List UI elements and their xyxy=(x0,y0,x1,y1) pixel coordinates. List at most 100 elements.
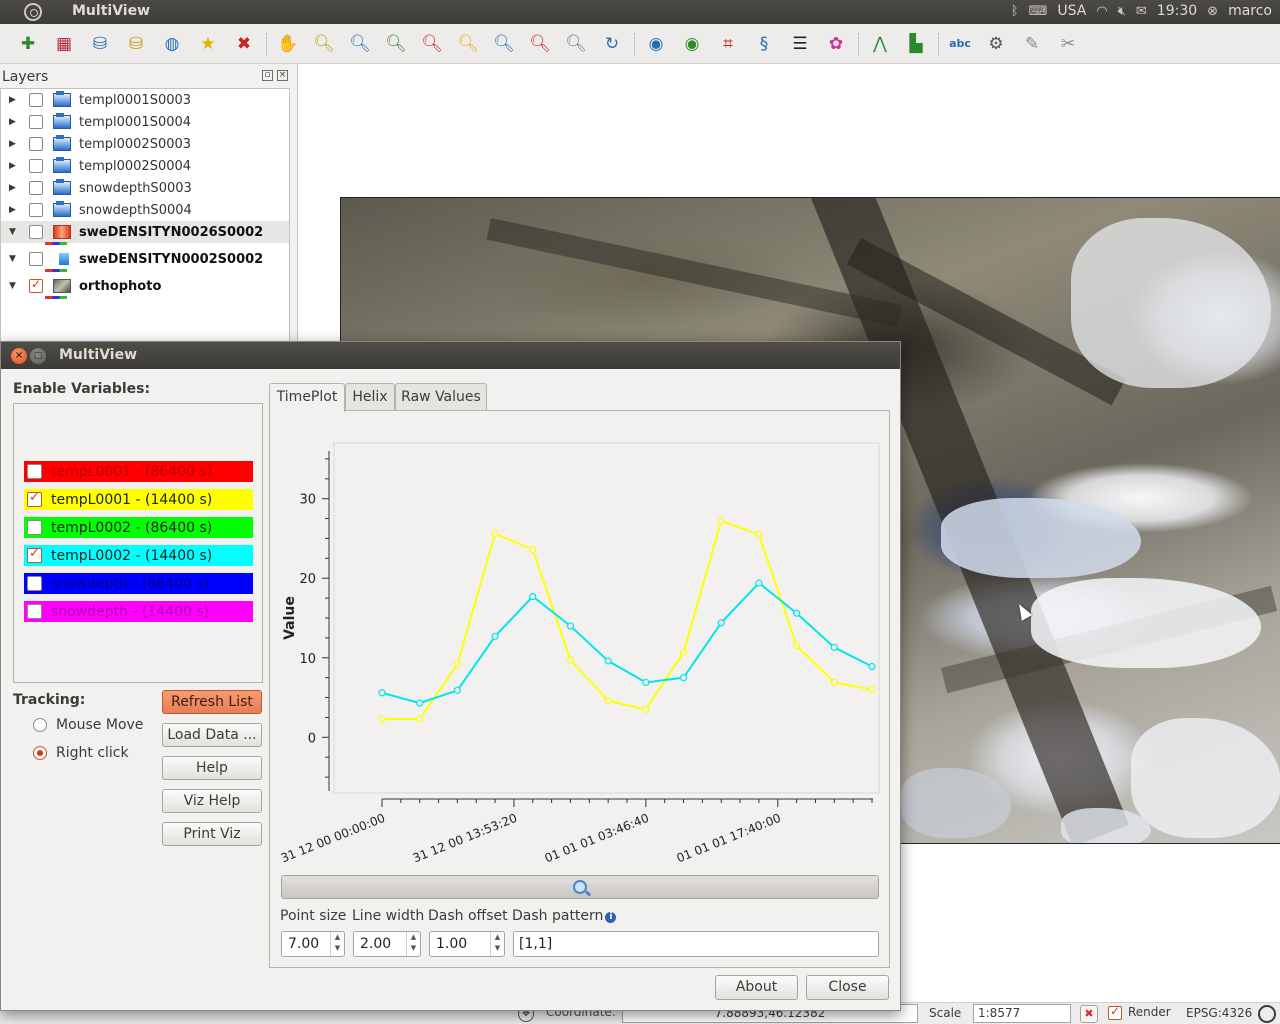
variable-row[interactable]: tempL0001 - (14400 s) xyxy=(24,489,253,510)
variable-row[interactable]: snowdepth - (86400 s) xyxy=(24,573,253,594)
spin-arrows-icon[interactable]: ▲ ▼ xyxy=(406,932,420,956)
zoom-full-icon[interactable]: 🔍︎ xyxy=(382,30,410,58)
right-click-radio[interactable] xyxy=(33,746,47,760)
variable-row[interactable]: tempL0002 - (86400 s) xyxy=(24,517,253,538)
timeplot-chart[interactable]: 0 10 20 30 Value 31 12 00 00:00:00 31 12 00 13… xyxy=(270,411,889,871)
load-data-button[interactable]: Load Data ... xyxy=(162,723,262,747)
layer-visibility-checkbox[interactable] xyxy=(29,181,43,195)
spin-arrows-icon[interactable]: ▲ ▼ xyxy=(330,932,344,956)
layer-row[interactable]: ▼ orthophoto xyxy=(1,275,289,297)
dialog-close-icon[interactable]: × xyxy=(11,348,27,364)
expand-down-icon[interactable]: ▼ xyxy=(9,227,19,237)
layer-row[interactable]: ▶ templ0002S0004 xyxy=(1,155,289,177)
layer-tree[interactable]: ▶ templ0001S0003 ▶ templ0001S0004 ▶ templ0002… xyxy=(0,88,290,354)
variable-checkbox[interactable] xyxy=(27,576,42,591)
zoom-layer-icon[interactable]: 🔍︎ xyxy=(454,30,482,58)
refresh-list-button[interactable]: Refresh List xyxy=(162,690,262,714)
clock[interactable]: 19:30 xyxy=(1157,3,1197,19)
georeferencer-icon[interactable]: ◉ xyxy=(678,30,706,58)
layer-visibility-checkbox[interactable] xyxy=(29,159,43,173)
line-width-spinbox[interactable]: 2.00 ▲ ▼ xyxy=(353,931,421,957)
tracking-right-click[interactable]: Right click xyxy=(33,745,129,761)
dialog-maximize-icon[interactable]: □ xyxy=(30,348,46,364)
plugin-icon[interactable]: ⚙ xyxy=(982,30,1010,58)
tab-helix[interactable]: Helix xyxy=(345,383,395,411)
variable-checkbox[interactable] xyxy=(27,490,42,507)
bluetooth-icon[interactable]: ᛒ xyxy=(1011,4,1019,19)
viz-help-button[interactable]: Viz Help xyxy=(162,789,262,813)
expand-right-icon[interactable]: ▶ xyxy=(9,95,19,105)
layer-visibility-checkbox[interactable] xyxy=(29,93,43,107)
layer-row[interactable]: ▶ snowdepthS0004 xyxy=(1,199,289,221)
dna-icon[interactable]: § xyxy=(750,30,778,58)
layer-visibility-checkbox[interactable] xyxy=(29,225,43,239)
dialog-titlebar[interactable]: × □ MultiView xyxy=(1,342,900,369)
volume-muted-icon[interactable]: 🔇︎ xyxy=(1118,4,1126,19)
interpolation-icon[interactable]: ⋀ xyxy=(866,30,894,58)
add-raster-layer-icon[interactable]: ▦ xyxy=(50,30,78,58)
zoom-out-icon[interactable]: 🔍︎ xyxy=(346,30,374,58)
close-panel-icon[interactable]: × xyxy=(277,70,288,81)
globe-icon[interactable]: ◉ xyxy=(642,30,670,58)
keyboard-layout[interactable]: USA xyxy=(1057,3,1086,19)
layer-visibility-checkbox[interactable] xyxy=(29,252,43,266)
add-vector-layer-icon[interactable]: ✚ xyxy=(14,30,42,58)
mouse-move-radio[interactable] xyxy=(33,718,47,732)
label-icon[interactable]: abc xyxy=(946,30,974,58)
expand-right-icon[interactable]: ▶ xyxy=(9,117,19,127)
color-icon[interactable]: ✿ xyxy=(822,30,850,58)
histogram-icon[interactable]: ▙ xyxy=(902,30,930,58)
render-checkbox[interactable] xyxy=(1108,1004,1122,1020)
info-icon[interactable]: i xyxy=(605,912,617,923)
expand-down-icon[interactable]: ▼ xyxy=(9,281,19,291)
help-button[interactable]: Help xyxy=(162,756,262,780)
close-button[interactable]: Close xyxy=(806,975,889,1000)
layers-icon[interactable]: ☰ xyxy=(786,30,814,58)
variable-checkbox[interactable] xyxy=(27,604,42,619)
keyboard-icon[interactable]: ⌨ xyxy=(1029,4,1048,19)
layer-row[interactable]: ▼ sweDENSITYN0002S0002 xyxy=(1,248,289,270)
add-spatialite-layer-icon[interactable]: ⛁ xyxy=(122,30,150,58)
wifi-icon[interactable]: ◠ xyxy=(1096,4,1107,19)
print-viz-button[interactable]: Print Viz xyxy=(162,822,262,846)
stop-render-icon[interactable]: ✖ xyxy=(1080,1005,1098,1023)
variable-row[interactable]: snowdepth - (14400 s) xyxy=(24,601,253,622)
about-button[interactable]: About xyxy=(715,975,798,1000)
scale-field[interactable]: 1:8577 xyxy=(973,1004,1071,1023)
layer-row[interactable]: ▶ snowdepthS0003 xyxy=(1,177,289,199)
float-panel-icon[interactable]: ▫ xyxy=(262,70,273,81)
wrench-icon[interactable]: ✎ xyxy=(1018,30,1046,58)
layer-row[interactable]: ▶ templ0002S0003 xyxy=(1,133,289,155)
variable-checkbox[interactable] xyxy=(27,520,42,535)
layer-visibility-checkbox[interactable] xyxy=(29,115,43,129)
user-name[interactable]: marco xyxy=(1228,3,1272,19)
dash-pattern-input[interactable]: [1,1] xyxy=(513,931,879,957)
layer-row[interactable]: ▶ templ0001S0004 xyxy=(1,111,289,133)
add-postgis-layer-icon[interactable]: ⛁ xyxy=(86,30,114,58)
new-vector-layer-icon[interactable]: ★ xyxy=(194,30,222,58)
expand-right-icon[interactable]: ▶ xyxy=(9,205,19,215)
remove-layer-icon[interactable]: ✖ xyxy=(230,30,258,58)
zoom-in-icon[interactable]: 🔍︎ xyxy=(310,30,338,58)
zoom-actual-icon[interactable]: 🔍︎ xyxy=(490,30,518,58)
variable-checkbox[interactable] xyxy=(27,464,42,479)
coordinate-capture-icon[interactable]: ⌗ xyxy=(714,30,742,58)
projection-icon[interactable] xyxy=(1258,1005,1276,1023)
zoom-next-icon[interactable]: 🔍︎ xyxy=(562,30,590,58)
variable-row[interactable]: tempL0002 - (14400 s) xyxy=(24,545,253,566)
mail-icon[interactable]: ✉ xyxy=(1136,4,1147,19)
session-icon[interactable]: ⊗ xyxy=(1207,4,1218,19)
tracking-mouse-move[interactable]: Mouse Move xyxy=(33,717,143,733)
refresh-icon[interactable]: ↻ xyxy=(598,30,626,58)
dash-offset-spinbox[interactable]: 1.00 ▲ ▼ xyxy=(429,931,505,957)
layer-visibility-checkbox[interactable] xyxy=(29,203,43,217)
layer-row[interactable]: ▶ templ0001S0003 xyxy=(1,89,289,111)
point-size-spinbox[interactable]: 7.00 ▲ ▼ xyxy=(281,931,345,957)
tab-timeplot[interactable]: TimePlot xyxy=(269,383,345,412)
layer-row[interactable]: ▼ sweDENSITYN0026S0002 xyxy=(1,221,289,243)
zoom-last-icon[interactable]: 🔍︎ xyxy=(526,30,554,58)
expand-right-icon[interactable]: ▶ xyxy=(9,183,19,193)
zoom-selection-icon[interactable]: 🔍︎ xyxy=(418,30,446,58)
ubuntu-logo-icon[interactable] xyxy=(24,3,42,21)
zoom-bar[interactable] xyxy=(281,875,879,899)
